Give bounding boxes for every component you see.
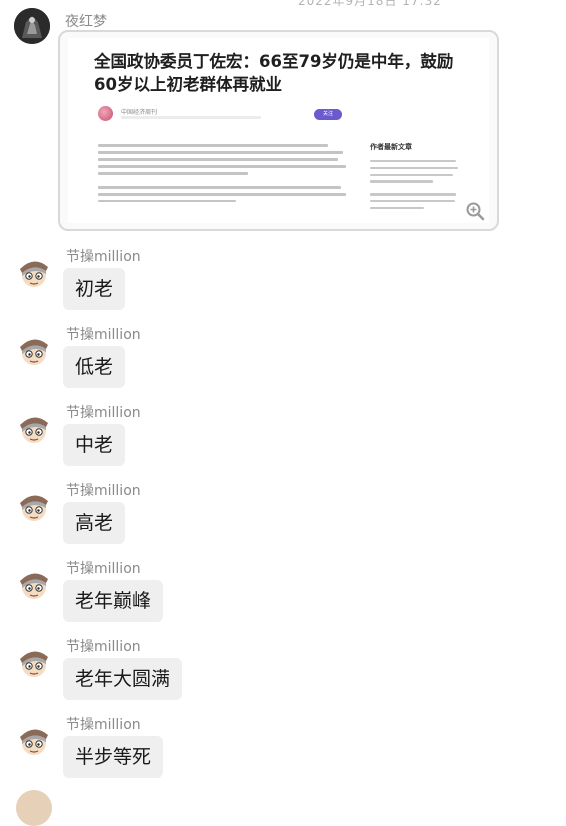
sender-name: 夜红梦 [65, 14, 107, 30]
article-card[interactable]: 全国政协委员丁佐宏：66至79岁仍是中年，鼓励60岁以上初老群体再就业 中国经济… [58, 30, 499, 231]
cartoon-avatar-icon [16, 253, 52, 289]
message-bubble[interactable]: 半步等死 [63, 736, 164, 778]
cartoon-avatar-icon [16, 721, 52, 757]
avatar[interactable] [16, 643, 52, 679]
cartoon-avatar-icon [16, 565, 52, 601]
cartoon-avatar-icon [16, 487, 52, 523]
sender-name: 节操million [66, 717, 141, 733]
message-bubble[interactable]: 初老 [63, 268, 126, 310]
avatar[interactable] [16, 721, 52, 757]
author-meta [121, 116, 261, 119]
timestamp: 2022年9月18日 17:32 [298, 0, 442, 8]
sender-name: 节操million [66, 249, 141, 265]
avatar[interactable] [16, 253, 52, 289]
cartoon-avatar-icon [16, 409, 52, 445]
follow-button[interactable]: 关注 [314, 109, 342, 120]
avatar[interactable] [16, 565, 52, 601]
article-title: 全国政协委员丁佐宏：66至79岁仍是中年，鼓励60岁以上初老群体再就业 [94, 52, 454, 94]
cartoon-avatar-icon [16, 331, 52, 367]
avatar[interactable] [16, 409, 52, 445]
article-sidebar: 作者最新文章 [370, 142, 460, 213]
sender-name: 节操million [66, 327, 141, 343]
dark-avatar-icon [14, 8, 50, 44]
author-row: 中国经济周刊 关注 [98, 106, 378, 124]
message-bubble[interactable]: 中老 [63, 424, 126, 466]
message-bubble[interactable]: 老年大圆满 [63, 658, 183, 700]
author-name: 中国经济周刊 [121, 109, 158, 116]
author-avatar [98, 106, 113, 121]
sender-name: 节操million [66, 405, 141, 421]
cartoon-avatar-icon [16, 643, 52, 679]
avatar[interactable] [16, 487, 52, 523]
zoom-in-icon[interactable] [465, 201, 485, 221]
avatar[interactable] [14, 8, 50, 44]
sender-name: 节操million [66, 483, 141, 499]
sidebar-title: 作者最新文章 [370, 143, 412, 151]
sender-name: 节操million [66, 639, 141, 655]
article-preview: 全国政协委员丁佐宏：66至79岁仍是中年，鼓励60岁以上初老群体再就业 中国经济… [68, 38, 489, 223]
avatar[interactable] [16, 790, 52, 826]
message-bubble[interactable]: 低老 [63, 346, 126, 388]
article-body [98, 144, 348, 207]
message-bubble[interactable]: 高老 [63, 502, 126, 544]
message-bubble[interactable]: 老年巅峰 [63, 580, 164, 622]
avatar[interactable] [16, 331, 52, 367]
sender-name: 节操million [66, 561, 141, 577]
